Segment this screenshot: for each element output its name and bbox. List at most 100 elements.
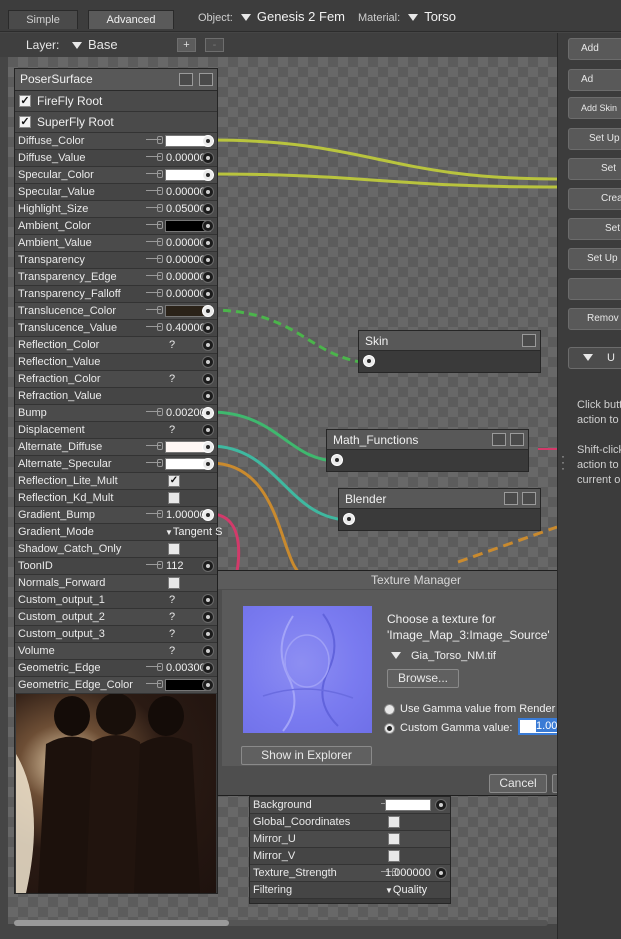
input-plug-icon[interactable] [202, 152, 214, 164]
property-row-custom-output-1[interactable]: Custom_output_1? [15, 592, 217, 609]
output-plug-icon[interactable] [331, 454, 343, 466]
input-plug-icon[interactable] [202, 679, 214, 691]
key-icon[interactable] [146, 136, 163, 144]
property-row-transparency-falloff[interactable]: Transparency_Falloff 0.000000 [15, 286, 217, 303]
key-icon[interactable] [146, 272, 163, 280]
remove-layer-button[interactable]: - [205, 38, 224, 52]
property-row-background[interactable]: Background [250, 797, 450, 814]
property-row-custom-output-2[interactable]: Custom_output_2? [15, 609, 217, 626]
input-plug-icon[interactable] [202, 254, 214, 266]
property-row-alternate-diffuse[interactable]: Alternate_Diffuse [15, 439, 217, 456]
dropdown-select[interactable]: ▼Tangent S [165, 526, 222, 538]
input-plug-icon[interactable] [202, 424, 214, 436]
property-row-diffuse-value[interactable]: Diffuse_Value 0.000000 [15, 150, 217, 167]
input-plug-icon[interactable] [202, 288, 214, 300]
input-plug-icon[interactable] [202, 458, 214, 470]
eye-icon[interactable] [199, 73, 213, 86]
property-row-refraction-color[interactable]: Refraction_Color? [15, 371, 217, 388]
input-plug-icon[interactable] [202, 509, 214, 521]
key-icon[interactable] [146, 510, 163, 518]
property-row-refraction-value[interactable]: Refraction_Value [15, 388, 217, 405]
tab-advanced[interactable]: Advanced [88, 10, 174, 29]
property-row-gradient-mode[interactable]: Gradient_Mode ▼Tangent S [15, 524, 222, 541]
property-row-reflection-kd-mult[interactable]: Reflection_Kd_Mult [15, 490, 217, 507]
node-math-functions[interactable]: Math_Functions [326, 429, 529, 472]
input-plug-icon[interactable] [435, 867, 447, 879]
property-value[interactable]: 1.000000 [385, 867, 431, 879]
property-row-translucence-color[interactable]: Translucence_Color [15, 303, 217, 320]
property-row-mirror-v[interactable]: Mirror_V [250, 848, 450, 865]
property-row-geometric-edge-color[interactable]: Geometric_Edge_Color [15, 677, 217, 694]
key-icon[interactable] [146, 153, 163, 161]
property-row-volume[interactable]: Volume? [15, 643, 217, 660]
remove-button[interactable]: Remov [568, 308, 621, 330]
gamma-render-radio[interactable] [384, 704, 395, 715]
collapse-icon[interactable] [522, 334, 536, 347]
key-icon[interactable] [146, 408, 163, 416]
checkbox-icon[interactable] [388, 850, 400, 862]
input-plug-icon[interactable] [202, 322, 214, 334]
superfly-root-row[interactable]: ✓ SuperFly Root [15, 112, 217, 133]
property-row-ambient-value[interactable]: Ambient_Value 0.000000 [15, 235, 217, 252]
node-skin[interactable]: Skin [358, 330, 541, 373]
key-icon[interactable] [146, 459, 163, 467]
image-map-node[interactable]: Background Global_Coordinates Mirror_U Mirr… [249, 796, 451, 904]
scrollbar-thumb[interactable] [14, 920, 229, 926]
property-row-displacement[interactable]: Displacement? [15, 422, 217, 439]
output-plug-icon[interactable] [343, 513, 355, 525]
input-plug-icon[interactable] [202, 628, 214, 640]
input-plug-icon[interactable] [435, 799, 447, 811]
gamma-custom-radio[interactable] [384, 723, 395, 734]
script-button-4[interactable]: Set Up [568, 128, 621, 150]
input-plug-icon[interactable] [202, 339, 214, 351]
property-row-bump[interactable]: Bump 0.002000 [15, 405, 217, 422]
add-layer-button[interactable]: + [177, 38, 196, 52]
input-plug-icon[interactable] [202, 441, 214, 453]
property-row-reflection-lite-mult[interactable]: Reflection_Lite_Mult ✓ [15, 473, 217, 490]
input-plug-icon[interactable] [202, 135, 214, 147]
texture-file-selector[interactable]: Gia_Torso_NM.tif [391, 650, 496, 662]
tab-simple[interactable]: Simple [8, 10, 78, 29]
checkbox-checked-icon[interactable]: ✓ [168, 475, 180, 487]
options-icon[interactable] [510, 433, 524, 446]
input-plug-icon[interactable] [202, 356, 214, 368]
script-button-1[interactable]: Add [568, 38, 621, 60]
script-button-8[interactable]: Set Up [568, 248, 621, 270]
checkbox-checked-icon[interactable]: ✓ [19, 95, 31, 107]
input-plug-icon[interactable] [202, 373, 214, 385]
property-row-shadow-catch-only[interactable]: Shadow_Catch_Only [15, 541, 217, 558]
checkbox-checked-icon[interactable]: ✓ [19, 116, 31, 128]
input-plug-icon[interactable] [202, 662, 214, 674]
input-plug-icon[interactable] [202, 305, 214, 317]
input-plug-icon[interactable] [202, 220, 214, 232]
property-row-diffuse-color[interactable]: Diffuse_Color [15, 133, 217, 150]
key-icon[interactable] [146, 221, 163, 229]
key-icon[interactable] [146, 680, 163, 688]
property-row-specular-color[interactable]: Specular_Color [15, 167, 217, 184]
splitter-handle-icon[interactable]: · · · [561, 450, 565, 474]
key-icon[interactable] [146, 170, 163, 178]
cancel-button[interactable]: Cancel [489, 774, 547, 793]
property-row-specular-value[interactable]: Specular_Value 0.000000 [15, 184, 217, 201]
property-row-transparency-edge[interactable]: Transparency_Edge 0.000000 [15, 269, 217, 286]
input-plug-icon[interactable] [202, 237, 214, 249]
collapse-icon[interactable] [504, 492, 518, 505]
options-icon[interactable] [522, 492, 536, 505]
property-row-transparency[interactable]: Transparency 0.000000 [15, 252, 217, 269]
checkbox-icon[interactable] [168, 492, 180, 504]
script-button-5[interactable]: Set [568, 158, 621, 180]
input-plug-icon[interactable] [202, 271, 214, 283]
input-plug-icon[interactable] [202, 407, 214, 419]
property-row-alternate-specular[interactable]: Alternate_Specular [15, 456, 217, 473]
script-button-2[interactable]: Ad [568, 69, 621, 91]
collapse-icon[interactable] [179, 73, 193, 86]
property-row-mirror-u[interactable]: Mirror_U [250, 831, 450, 848]
input-plug-icon[interactable] [202, 611, 214, 623]
script-button-9[interactable] [568, 278, 621, 300]
show-in-explorer-button[interactable]: Show in Explorer [241, 746, 372, 765]
color-swatch[interactable] [385, 799, 431, 811]
checkbox-icon[interactable] [168, 543, 180, 555]
poser-surface-node[interactable]: PoserSurface ✓ FireFly Root ✓ SuperFly R… [14, 68, 222, 894]
input-plug-icon[interactable] [202, 645, 214, 657]
property-row-normals-forward[interactable]: Normals_Forward [15, 575, 217, 592]
